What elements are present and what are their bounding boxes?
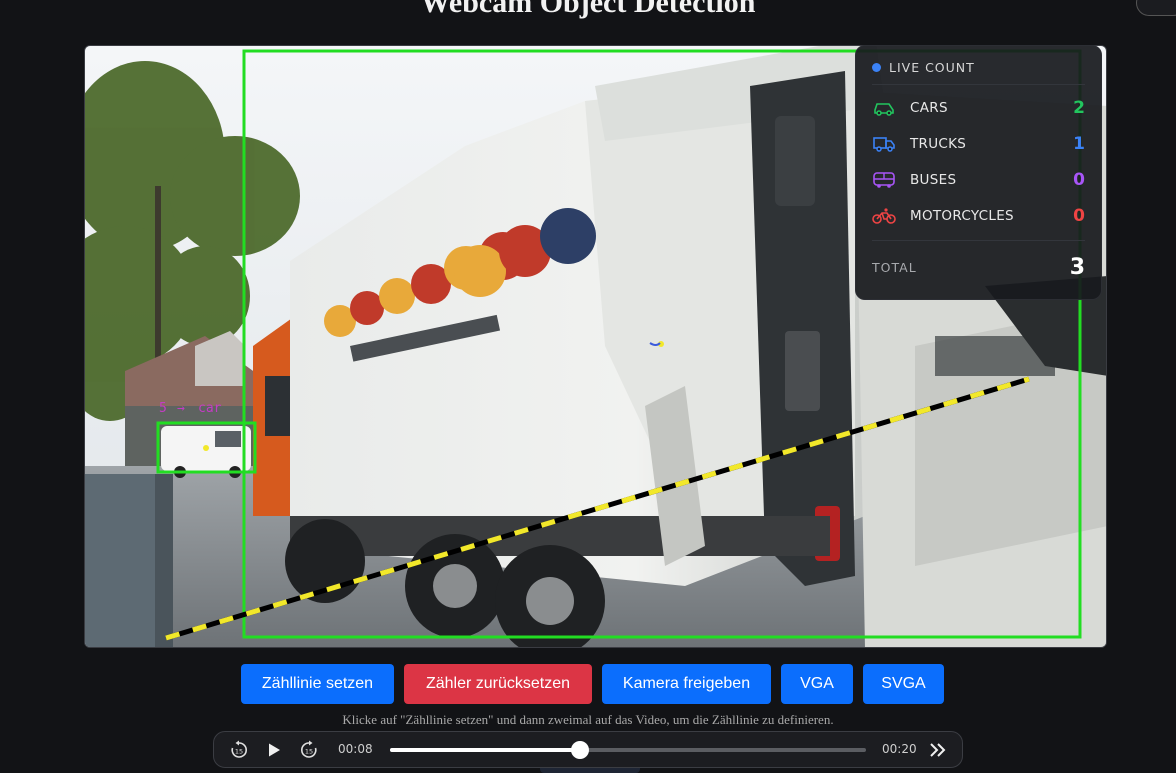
seek-bar-thumb[interactable] — [571, 741, 590, 759]
count-label-motorcycles: MOTORCYCLES — [910, 208, 1014, 224]
reset-counter-button[interactable]: Zähler zurücksetzen — [404, 664, 592, 704]
live-count-title: LIVE COUNT — [889, 60, 975, 75]
count-row-buses: BUSES 0 — [872, 166, 1085, 194]
theme-toggle[interactable] — [1136, 0, 1176, 16]
live-indicator-icon — [872, 63, 881, 72]
count-row-total: TOTAL 3 — [872, 254, 1085, 280]
play-icon — [269, 743, 280, 756]
rewind-15-button[interactable]: 15 — [226, 732, 252, 767]
detection-label-class: car — [198, 401, 222, 416]
video-player-controls: 15 15 00:08 00:20 — [213, 731, 963, 768]
svga-button[interactable]: SVGA — [863, 664, 944, 704]
detection-label-arrow: → — [177, 401, 185, 416]
control-buttons: Zähllinie setzen Zähler zurücksetzen Kam… — [0, 664, 1176, 704]
count-value-cars: 2 — [1073, 98, 1085, 118]
car-icon — [872, 98, 898, 118]
duration: 00:20 — [882, 742, 917, 756]
live-count-header: LIVE COUNT — [872, 60, 975, 75]
bus-icon — [872, 170, 898, 190]
count-value-trucks: 1 — [1073, 134, 1085, 154]
seek-bar[interactable] — [390, 741, 866, 759]
total-value: 3 — [1069, 254, 1085, 280]
panel-divider — [872, 84, 1085, 85]
forward-icon: 15 — [301, 740, 317, 758]
live-count-panel: LIVE COUNT CARS 2 TRUCKS 1 BUSES 0 MOTOR… — [855, 45, 1102, 300]
truck-icon — [872, 134, 898, 154]
play-button[interactable] — [262, 732, 286, 767]
count-value-buses: 0 — [1073, 170, 1085, 190]
forward-seconds: 15 — [305, 747, 313, 755]
motorcycle-icon — [872, 206, 898, 226]
instruction-hint: Klicke auf "Zähllinie setzen" und dann z… — [342, 712, 834, 727]
set-count-line-button[interactable]: Zähllinie setzen — [241, 664, 394, 704]
current-time: 00:08 — [338, 742, 373, 756]
release-camera-button[interactable]: Kamera freigeben — [602, 664, 771, 704]
count-row-trucks: TRUCKS 1 — [872, 130, 1085, 158]
count-label-trucks: TRUCKS — [910, 136, 967, 152]
forward-15-button[interactable]: 15 — [296, 732, 322, 767]
count-row-cars: CARS 2 — [872, 94, 1085, 122]
seek-bar-progress — [390, 748, 581, 752]
rewind-icon: 15 — [231, 740, 247, 758]
rewind-seconds: 15 — [235, 747, 243, 755]
count-label-cars: CARS — [910, 100, 948, 116]
skip-forward-button[interactable] — [924, 732, 952, 767]
count-value-motorcycles: 0 — [1073, 206, 1085, 226]
total-label: TOTAL — [872, 259, 917, 275]
vga-button[interactable]: VGA — [781, 664, 853, 704]
page-title: Webcam Object Detection — [420, 0, 756, 19]
count-label-buses: BUSES — [910, 172, 957, 188]
detection-label-id: 5 — [159, 401, 167, 416]
panel-divider — [872, 240, 1085, 241]
double-chevron-right-icon — [930, 742, 946, 757]
count-row-motorcycles: MOTORCYCLES 0 — [872, 202, 1085, 230]
